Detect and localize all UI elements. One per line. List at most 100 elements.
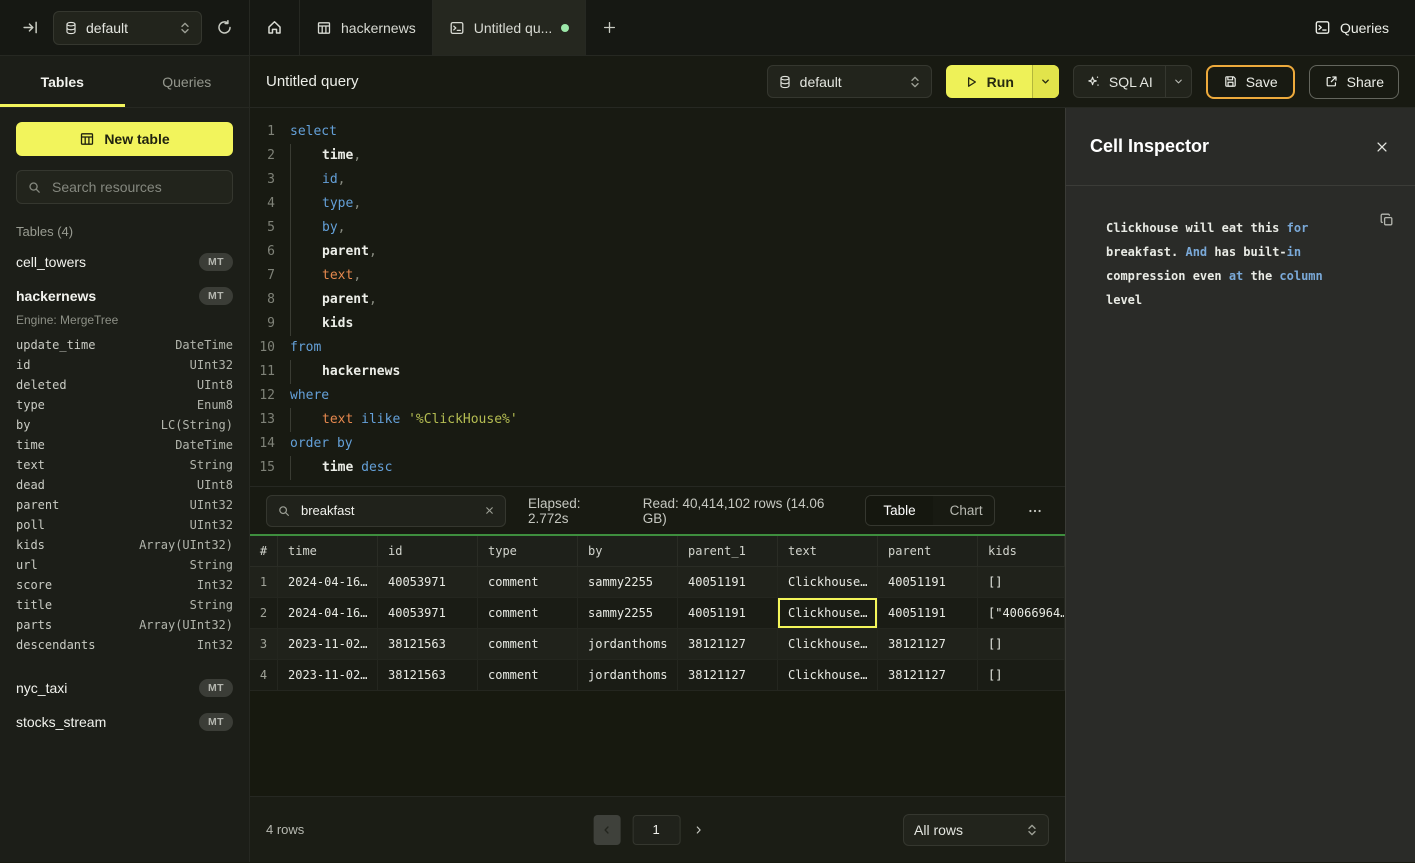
table-cell[interactable]: 40051191: [878, 567, 978, 598]
code-content: parent,: [275, 240, 377, 264]
column-header[interactable]: kids: [978, 536, 1065, 567]
table-cell[interactable]: 2023-11-02…: [278, 629, 378, 660]
sidebar-search-input[interactable]: [50, 178, 222, 196]
row-index[interactable]: 1: [250, 567, 278, 598]
sidebar-table-cell-towers[interactable]: cell_towers MT: [0, 245, 249, 279]
sidebar-tab-tables[interactable]: Tables: [0, 56, 125, 107]
run-button-label: Run: [987, 74, 1014, 90]
sql-editor[interactable]: 1select2time,3id,4type,5by,6parent,7text…: [250, 108, 1065, 486]
table-cell[interactable]: 2024-04-16…: [278, 567, 378, 598]
more-options-button[interactable]: [1021, 503, 1049, 519]
queries-button[interactable]: Queries: [1314, 19, 1389, 36]
page-size-selector[interactable]: All rows: [903, 814, 1049, 846]
sidebar-table-nyc-taxi[interactable]: nyc_taxi MT: [0, 671, 249, 705]
code-line: 4type,: [250, 192, 1065, 216]
table-cell[interactable]: []: [978, 567, 1065, 598]
page-number-input[interactable]: [632, 815, 680, 845]
topbar-database-selector[interactable]: default: [53, 11, 202, 45]
column-header[interactable]: by: [578, 536, 678, 567]
copy-cell-button[interactable]: [1379, 212, 1395, 228]
column-header[interactable]: parent_1: [678, 536, 778, 567]
column-row: pollUInt32: [16, 515, 233, 535]
sidebar-tab-queries[interactable]: Queries: [125, 56, 250, 107]
sql-ai-button[interactable]: SQL AI: [1074, 74, 1165, 90]
table-cell[interactable]: 38121127: [878, 629, 978, 660]
table-cell[interactable]: ["40066964…: [978, 598, 1065, 629]
run-options-button[interactable]: [1032, 65, 1059, 98]
column-header[interactable]: id: [378, 536, 478, 567]
table-cell[interactable]: 2023-11-02…: [278, 660, 378, 691]
cell-text-token: for: [1287, 221, 1309, 235]
table-cell[interactable]: jordanthoms: [578, 660, 678, 691]
row-index[interactable]: 2: [250, 598, 278, 629]
new-tab-button[interactable]: [586, 0, 632, 55]
save-button[interactable]: Save: [1206, 65, 1295, 99]
refresh-button[interactable]: [216, 19, 233, 36]
code-token: ,: [369, 288, 377, 312]
run-button[interactable]: Run: [946, 65, 1032, 98]
table-cell[interactable]: sammy2255: [578, 598, 678, 629]
table-cell[interactable]: comment: [478, 660, 578, 691]
table-cell[interactable]: 38121563: [378, 660, 478, 691]
table-cell[interactable]: jordanthoms: [578, 629, 678, 660]
table-cell[interactable]: sammy2255: [578, 567, 678, 598]
query-database-value: default: [800, 74, 901, 90]
table-cell[interactable]: comment: [478, 598, 578, 629]
view-tab-table[interactable]: Table: [866, 496, 932, 525]
table-cell[interactable]: Clickhouse…: [778, 629, 878, 660]
sidebar-collapse-button[interactable]: [22, 19, 39, 36]
tab-home[interactable]: [250, 0, 300, 55]
new-table-button[interactable]: New table: [16, 122, 233, 156]
table-cell[interactable]: 40053971: [378, 598, 478, 629]
table-cell[interactable]: []: [978, 660, 1065, 691]
previous-page-button[interactable]: [593, 815, 620, 845]
close-inspector-button[interactable]: [1375, 140, 1389, 154]
table-cell[interactable]: Clickhouse…: [778, 567, 878, 598]
row-index[interactable]: 4: [250, 660, 278, 691]
column-header[interactable]: time: [278, 536, 378, 567]
table-cell[interactable]: Clickhouse…: [778, 598, 878, 629]
column-header[interactable]: #: [250, 536, 278, 567]
clear-search-button[interactable]: [484, 505, 495, 516]
tab-label: Untitled qu...: [474, 20, 553, 36]
next-page-button[interactable]: [692, 824, 704, 836]
line-number: 9: [250, 312, 275, 336]
table-cell[interactable]: 38121563: [378, 629, 478, 660]
code-token: text: [322, 408, 353, 432]
results-search-input[interactable]: [299, 502, 476, 519]
table-cell[interactable]: comment: [478, 629, 578, 660]
share-button[interactable]: Share: [1309, 65, 1399, 99]
row-count: 4 rows: [266, 822, 304, 837]
tab-hackernews[interactable]: hackernews: [300, 0, 433, 55]
table-icon: [79, 131, 95, 147]
column-header[interactable]: text: [778, 536, 878, 567]
column-header[interactable]: parent: [878, 536, 978, 567]
sidebar-table-stocks-stream[interactable]: stocks_stream MT: [0, 705, 249, 739]
column-header[interactable]: type: [478, 536, 578, 567]
inspector-header: Cell Inspector: [1066, 108, 1415, 186]
column-name: parent: [16, 495, 59, 515]
code-content: parent,: [275, 288, 377, 312]
table-cell[interactable]: []: [978, 629, 1065, 660]
row-index[interactable]: 3: [250, 629, 278, 660]
table-cell[interactable]: 38121127: [678, 629, 778, 660]
table-cell[interactable]: 38121127: [878, 660, 978, 691]
table-cell[interactable]: 40053971: [378, 567, 478, 598]
view-tab-chart[interactable]: Chart: [933, 496, 995, 525]
topbar: default hackernews Untitled qu...: [0, 0, 1415, 56]
query-database-selector[interactable]: default: [767, 65, 932, 98]
table-cell[interactable]: 2024-04-16…: [278, 598, 378, 629]
tab-untitled-query[interactable]: Untitled qu...: [433, 0, 587, 55]
line-number: 1: [250, 120, 275, 144]
table-cell[interactable]: 38121127: [678, 660, 778, 691]
table-cell[interactable]: 40051191: [878, 598, 978, 629]
table-cell[interactable]: Clickhouse…: [778, 660, 878, 691]
column-name: url: [16, 555, 38, 575]
code-content: text ilike '%ClickHouse%': [275, 408, 518, 432]
table-cell[interactable]: 40051191: [678, 598, 778, 629]
table-cell[interactable]: 40051191: [678, 567, 778, 598]
sql-ai-options-button[interactable]: [1165, 66, 1191, 97]
cell-text-token: has built-: [1207, 245, 1286, 259]
sidebar-table-hackernews[interactable]: hackernews MT: [0, 279, 249, 313]
table-cell[interactable]: comment: [478, 567, 578, 598]
